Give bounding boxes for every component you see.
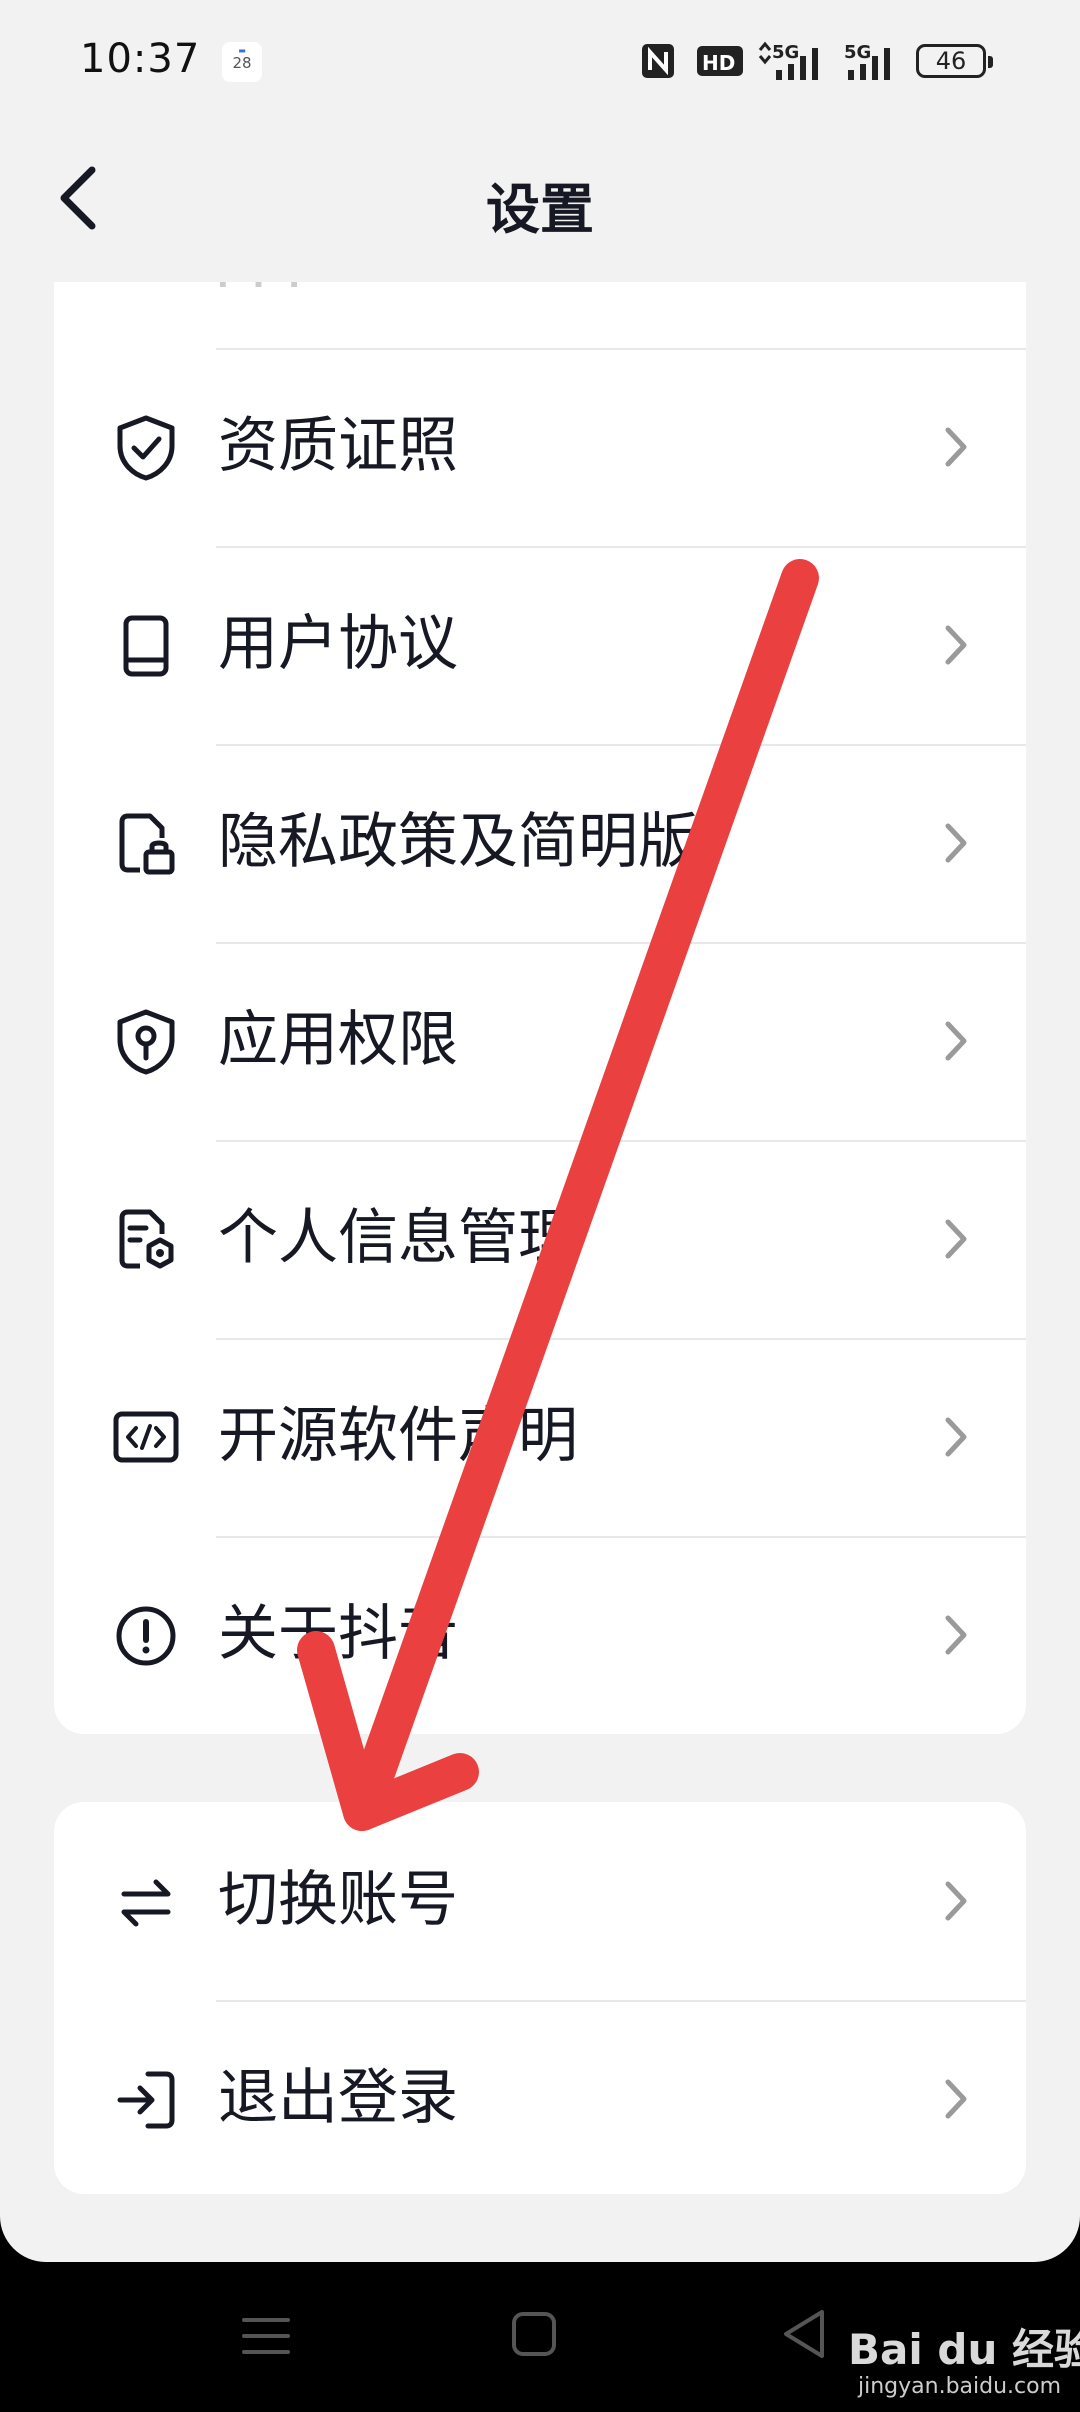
divider — [216, 1536, 1026, 1538]
menu-item-open-source[interactable]: 开源软件声明 — [54, 1338, 1026, 1536]
divider — [216, 1140, 1026, 1142]
divider — [216, 2000, 1026, 2002]
svg-text:HD: HD — [702, 51, 735, 75]
menu-item-label: 关于抖音 — [218, 1599, 458, 1669]
menu-item-personal-info[interactable]: 个人信息管理 — [54, 1140, 1026, 1338]
chevron-right-icon — [945, 427, 967, 467]
chevron-right-icon — [945, 625, 967, 665]
document-lock-icon — [119, 813, 175, 875]
status-bar: 10:37 ▬ 28 HD 5G 5G 46 — [0, 0, 1080, 120]
home-icon[interactable] — [508, 2308, 560, 2360]
menu-item-label: 应用权限 — [218, 1005, 458, 1075]
page-title: 设置 — [486, 178, 594, 241]
calendar-icon: ▬ 28 — [222, 42, 262, 82]
chevron-right-icon — [945, 1881, 967, 1921]
logout-icon — [117, 2071, 175, 2129]
divider — [216, 348, 1026, 350]
svg-text:5G: 5G — [772, 42, 799, 63]
code-icon — [113, 1411, 179, 1463]
book-icon — [123, 615, 169, 677]
chevron-right-icon — [945, 823, 967, 863]
menu-item-app-permissions[interactable]: 应用权限 — [54, 942, 1026, 1140]
divider — [216, 546, 1026, 548]
divider — [216, 1338, 1026, 1340]
battery-indicator: 46 — [916, 44, 993, 78]
menu-item-label: 用户协议 — [218, 609, 458, 679]
partial-row-clipped: · · · — [54, 282, 1026, 348]
menu-item-label: 退出登录 — [218, 2063, 458, 2133]
chevron-right-icon — [945, 1417, 967, 1457]
settings-group-info: · · · 资质证照 用户协议 隐私政策及简明版 应用权限 个人信息管理 开源软… — [54, 282, 1026, 1734]
recent-apps-icon[interactable] — [240, 2310, 292, 2362]
chevron-right-icon — [945, 1219, 967, 1259]
shield-check-icon — [117, 415, 175, 481]
status-time: 10:37 — [80, 36, 201, 82]
watermark-brand: Bai du 经验 — [848, 2325, 1080, 2374]
menu-item-label: 隐私政策及简明版 — [218, 807, 698, 877]
menu-item-user-agreement[interactable]: 用户协议 — [54, 546, 1026, 744]
menu-item-label: 切换账号 — [218, 1865, 458, 1935]
signal-5g-icon: 5G — [758, 41, 818, 80]
baidu-watermark: Bai du 经验 jingyan.baidu.com — [818, 2290, 1080, 2400]
chevron-right-icon — [945, 1021, 967, 1061]
menu-item-privacy-policy[interactable]: 隐私政策及简明版 — [54, 744, 1026, 942]
watermark-url: jingyan.baidu.com — [858, 2374, 1062, 2399]
signal-5g-secondary-icon: 5G — [844, 42, 890, 80]
svg-text:5G: 5G — [844, 42, 871, 63]
menu-item-logout[interactable]: 退出登录 — [54, 2000, 1026, 2194]
menu-item-about[interactable]: 关于抖音 — [54, 1536, 1026, 1734]
info-exclamation-icon — [116, 1606, 176, 1666]
shield-key-icon — [117, 1009, 175, 1075]
menu-item-qualification[interactable]: 资质证照 — [54, 348, 1026, 546]
header: 设置 — [0, 120, 1080, 280]
menu-item-switch-account[interactable]: 切换账号 — [54, 1802, 1026, 2000]
calendar-day: 28 — [232, 54, 252, 72]
settings-group-account: 切换账号 退出登录 — [54, 1802, 1026, 2194]
chevron-right-icon — [945, 1615, 967, 1655]
divider — [216, 942, 1026, 944]
document-gear-icon — [119, 1209, 174, 1269]
divider — [216, 744, 1026, 746]
nfc-icon — [642, 44, 674, 78]
menu-item-label: 资质证照 — [218, 411, 458, 481]
clipped-text: · · · — [214, 282, 304, 317]
chevron-right-icon — [945, 2079, 967, 2119]
swap-arrows-icon — [121, 1879, 171, 1927]
hd-icon: HD — [697, 46, 743, 76]
menu-item-label: 开源软件声明 — [218, 1401, 578, 1471]
screen: 10:37 ▬ 28 HD 5G 5G 46 设置 · · · 资质证照 用户协… — [0, 0, 1080, 2262]
menu-item-label: 个人信息管理 — [218, 1203, 578, 1273]
